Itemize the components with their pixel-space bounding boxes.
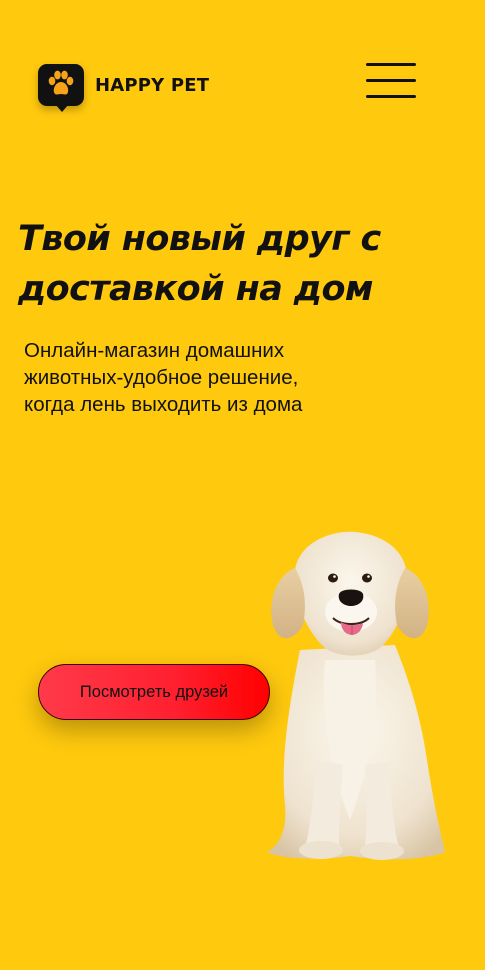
paw-icon [38,64,84,112]
hero-title-line: Твой новый друг с [18,219,381,259]
brand-name: HAPPY PET [95,74,210,96]
hamburger-menu-icon[interactable] [366,62,418,100]
hero-subtitle-line: Онлайн-магазин домашних [24,339,285,362]
hero-title-line: доставкой на дом [18,269,374,309]
site-header: HAPPY PET [0,0,485,160]
hero-subtitle-line: когда лень выходить из дома [24,393,303,416]
menu-bar [366,95,416,98]
menu-bar [366,63,416,66]
dog-image [255,530,455,865]
hero-subtitle: Онлайн-магазин домашних животных-удобное… [24,337,364,418]
hero-title: Твой новый друг с доставкой на дом [18,214,458,314]
hero-subtitle-line: животных-удобное решение, [24,366,299,389]
view-friends-button[interactable]: Посмотреть друзей [38,664,270,720]
brand-logo[interactable]: HAPPY PET [38,64,210,112]
landing-page: HAPPY PET Твой новый друг с доставкой на… [0,0,485,970]
menu-bar [366,79,416,82]
